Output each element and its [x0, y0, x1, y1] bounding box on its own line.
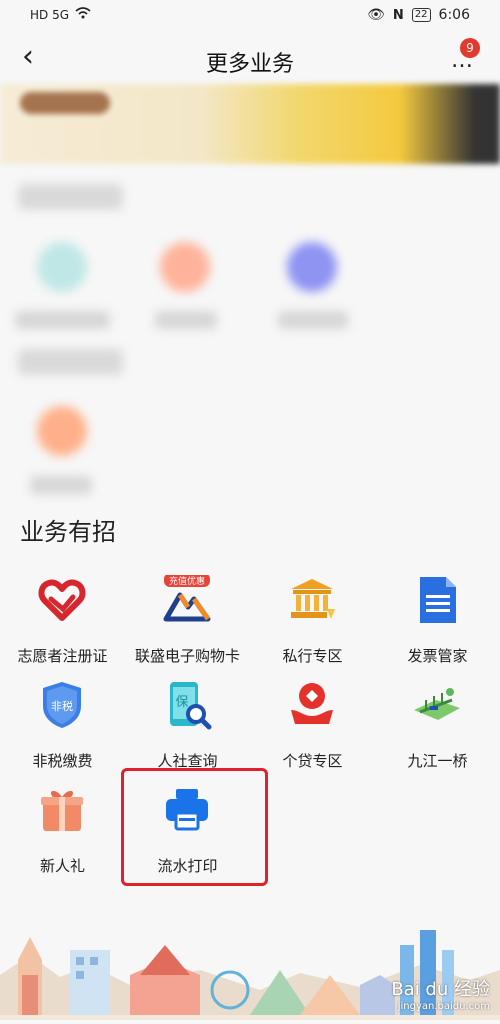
watermark-sub: jingyan.baidu.com	[397, 1001, 490, 1012]
service-private-banking[interactable]: 私行专区	[250, 575, 375, 680]
blurred-heading	[18, 349, 123, 375]
city-skyline-illustration: Bai du 经验 jingyan.baidu.com	[0, 915, 500, 1020]
service-label: 发票管家	[407, 647, 468, 665]
blurred-icon	[37, 242, 87, 292]
promo-tag: 充值优惠	[169, 575, 205, 587]
nav-bar: ‹ 更多业务 … 9	[0, 34, 500, 84]
page-title: 更多业务	[205, 52, 294, 77]
section-title: 业务有招	[20, 518, 116, 546]
clock: 6:06	[438, 7, 470, 23]
service-label: 联盛电子购物卡	[134, 647, 240, 665]
blurred-label	[30, 476, 92, 494]
phone-search-icon: 保	[162, 680, 212, 730]
watermark-text: Bai du 经验	[391, 979, 490, 1000]
blurred-label	[155, 311, 217, 329]
eye-icon: 👁	[367, 7, 385, 23]
notification-badge: 9	[460, 38, 480, 58]
blurred-icon	[160, 242, 210, 292]
hand-coin-icon	[287, 680, 337, 730]
service-label: 私行专区	[282, 647, 343, 665]
service-shopping-card[interactable]: 充值优惠 联盛电子购物卡	[125, 573, 250, 680]
service-invoice[interactable]: 发票管家	[375, 575, 500, 680]
watermark: Bai du 经验 jingyan.baidu.com	[391, 975, 490, 1012]
nfc-icon: N	[392, 7, 404, 23]
wifi-icon	[75, 7, 91, 22]
service-label: 九江一桥	[407, 752, 468, 770]
service-volunteer[interactable]: 志愿者注册证	[0, 575, 125, 680]
blurred-content	[0, 164, 500, 504]
svg-text:保: 保	[175, 695, 188, 710]
mountain-card-icon: 充值优惠	[162, 573, 212, 625]
service-label: 新人礼	[39, 857, 85, 875]
service-tax-payment[interactable]: 非税 非税缴费	[0, 680, 125, 785]
service-newcomer-gift[interactable]: 新人礼	[0, 785, 125, 890]
service-label: 个贷专区	[282, 752, 343, 770]
highlight-box	[121, 768, 268, 886]
service-label: 志愿者注册证	[17, 647, 108, 665]
banner-pill	[20, 92, 110, 114]
status-left: HD 5G	[30, 7, 91, 22]
bank-icon	[287, 575, 337, 625]
shield-text: 非税	[51, 699, 73, 713]
heart-hand-icon	[37, 575, 87, 625]
promo-banner[interactable]	[0, 84, 500, 164]
battery-icon: 22	[411, 8, 431, 22]
blurred-heading	[18, 184, 123, 210]
status-bar: HD 5G 👁 N 22 6:06	[0, 0, 500, 34]
service-label: 非税缴费	[32, 752, 93, 770]
document-icon	[412, 575, 462, 625]
blurred-icon	[287, 242, 337, 292]
shield-icon: 非税	[37, 680, 87, 730]
service-personal-loan[interactable]: 个贷专区	[250, 680, 375, 785]
blurred-label	[278, 311, 348, 329]
network-icons: HD 5G	[30, 7, 70, 22]
blurred-icon	[37, 406, 87, 456]
status-right: 👁 N 22 6:06	[367, 7, 470, 23]
gift-icon	[37, 785, 87, 835]
bridge-icon	[412, 680, 462, 730]
service-jiujiang-bridge[interactable]: 九江一桥	[375, 680, 500, 785]
blurred-label	[15, 311, 110, 329]
